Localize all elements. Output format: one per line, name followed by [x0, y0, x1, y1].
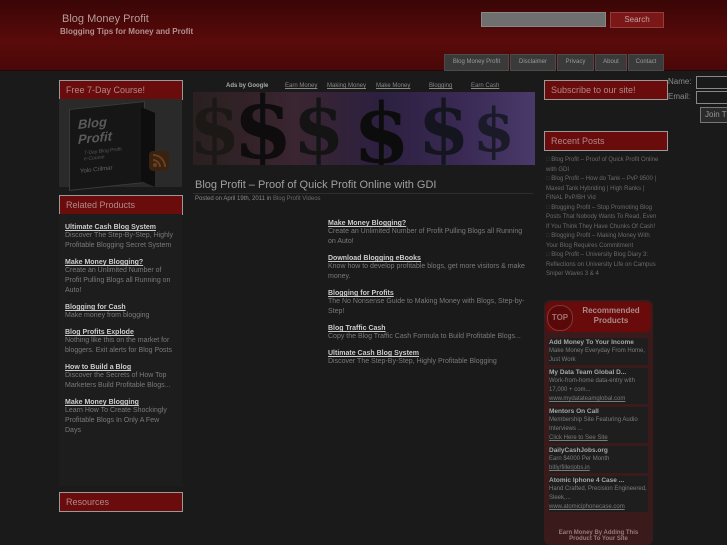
- list-item: How to Build a Blog Discover the Secrets …: [65, 364, 176, 391]
- nav-tab-disclaimer[interactable]: Disclaimer: [510, 54, 556, 71]
- recommended-list: Add Money To Your Income Make Money Ever…: [549, 338, 648, 515]
- nav-tab-home[interactable]: Blog Money Profit: [444, 54, 509, 71]
- post-category-link[interactable]: Blog Profit Videos: [273, 196, 321, 202]
- list-item: Make Money Blogging? Create an Unlimited …: [65, 259, 176, 296]
- resources-title: Resources: [59, 492, 183, 512]
- divider: [193, 193, 533, 194]
- search-input[interactable]: [481, 12, 606, 27]
- product-link[interactable]: Download Blogging eBooks: [328, 255, 528, 262]
- list-item: Make Money Blogging? Create an Unlimited …: [328, 220, 528, 247]
- recommended-header: TOP Recommended Products: [546, 302, 651, 332]
- post-meta: Posted on April 19th, 2011 in Blog Profi…: [195, 196, 321, 202]
- nav-tab-privacy[interactable]: Privacy: [557, 54, 594, 71]
- list-item[interactable]: Add Money To Your Income Make Money Ever…: [549, 338, 648, 365]
- related-link[interactable]: Blogging for Cash: [65, 304, 176, 311]
- list-item: Blog Traffic Cash Copy the Blog Traffic C…: [328, 325, 528, 342]
- course-widget: Blog Profit 7-Day Blog Profit e-Course Y…: [59, 99, 182, 191]
- nav-tab-contact[interactable]: Contact: [628, 54, 664, 71]
- list-item[interactable]: □ Blogging Profit – Making Money With Yo…: [546, 232, 660, 251]
- top-badge: TOP: [547, 305, 573, 331]
- post-product-links: Make Money Blogging? Create an Unlimited …: [328, 220, 528, 375]
- ad-link[interactable]: Make Money: [376, 83, 410, 89]
- related-products-title: Related Products: [59, 195, 183, 215]
- ad-link[interactable]: Blogging: [429, 83, 452, 89]
- name-label: Name:: [668, 77, 692, 86]
- product-link[interactable]: Blog Traffic Cash: [328, 325, 528, 332]
- nav-tab-about[interactable]: About: [595, 54, 627, 71]
- course-widget-title: Free 7-Day Course!: [59, 80, 183, 100]
- list-item: Ultimate Cash Blog System Discover The St…: [65, 224, 176, 251]
- related-products-list: Ultimate Cash Blog System Discover The St…: [59, 214, 182, 486]
- list-item: Make Money Blogging Learn How To Create S…: [65, 399, 176, 436]
- course-box-image[interactable]: Blog Profit 7-Day Blog Profit e-Course Y…: [69, 101, 169, 191]
- related-link[interactable]: How to Build a Blog: [65, 364, 176, 371]
- search-button[interactable]: Search: [610, 12, 664, 28]
- post-title[interactable]: Blog Profit – Proof of Quick Profit Onli…: [195, 179, 436, 191]
- recommended-footer-link[interactable]: Earn Money By Adding This Product To You…: [549, 530, 648, 542]
- email-label: Email:: [668, 92, 691, 101]
- related-link[interactable]: Make Money Blogging: [65, 399, 176, 406]
- list-item[interactable]: My Data Team Global D... Work-from-home …: [549, 368, 648, 404]
- ads-label: Ads by Google: [226, 83, 269, 89]
- site-title[interactable]: Blog Money Profit: [62, 13, 149, 25]
- list-item[interactable]: □ Blog Profit – How do Tank – PvP 9500 |…: [546, 175, 660, 204]
- list-item: Blogging for Profits The No Nonsense Guid…: [328, 290, 528, 317]
- related-link[interactable]: Ultimate Cash Blog System: [65, 224, 176, 231]
- list-item[interactable]: □ Blog Profit – University Blog Diary 3:…: [546, 251, 660, 280]
- name-field[interactable]: [696, 76, 727, 89]
- related-link[interactable]: Blog Profits Explode: [65, 329, 176, 336]
- product-link[interactable]: Ultimate Cash Blog System: [328, 350, 528, 357]
- list-item[interactable]: Atomic Iphone 4 Case ... Hand Crafted, P…: [549, 476, 648, 512]
- list-item[interactable]: DailyCashJobs.org Earn $4000 Per Month b…: [549, 446, 648, 473]
- email-field[interactable]: [696, 91, 727, 104]
- join-button[interactable]: Join T: [700, 107, 727, 123]
- list-item: Ultimate Cash Blog System Discover The St…: [328, 350, 528, 367]
- recent-posts-list: □ Blog Profit – Proof of Quick Profit On…: [546, 156, 660, 280]
- list-item[interactable]: □ Blogging Profit – Stop Promoting Blog …: [546, 204, 660, 233]
- list-item: Blog Profits Explode Nothing like this on…: [65, 329, 176, 356]
- subscribe-title: Subscribe to our site!: [544, 80, 668, 100]
- product-link[interactable]: Make Money Blogging?: [328, 220, 528, 227]
- header-banner-image: $ $ $ $ $ $: [193, 92, 535, 165]
- ad-links-bar: Ads by Google Earn Money Making Money Ma…: [193, 80, 535, 92]
- rss-icon: [149, 151, 169, 171]
- list-item[interactable]: Mentors On Call Membership Site Featurin…: [549, 407, 648, 443]
- related-link[interactable]: Make Money Blogging?: [65, 259, 176, 266]
- course-brand: Blog Profit: [78, 114, 112, 148]
- ad-link[interactable]: Earn Cash: [471, 83, 499, 89]
- list-item: Download Blogging eBooks Know how to deve…: [328, 255, 528, 282]
- site-tagline: Blogging Tips for Money and Profit: [60, 27, 194, 36]
- ad-link[interactable]: Making Money: [327, 83, 366, 89]
- recommended-products-widget: TOP Recommended Products Add Money To Yo…: [544, 300, 653, 545]
- recommended-title: Recommended Products: [582, 306, 640, 325]
- product-link[interactable]: Blogging for Profits: [328, 290, 528, 297]
- recent-posts-title: Recent Posts: [544, 131, 668, 151]
- list-item: Blogging for Cash Make money from bloggin…: [65, 304, 176, 321]
- list-item[interactable]: □ Blog Profit – Proof of Quick Profit On…: [546, 156, 660, 175]
- ad-link[interactable]: Earn Money: [285, 83, 317, 89]
